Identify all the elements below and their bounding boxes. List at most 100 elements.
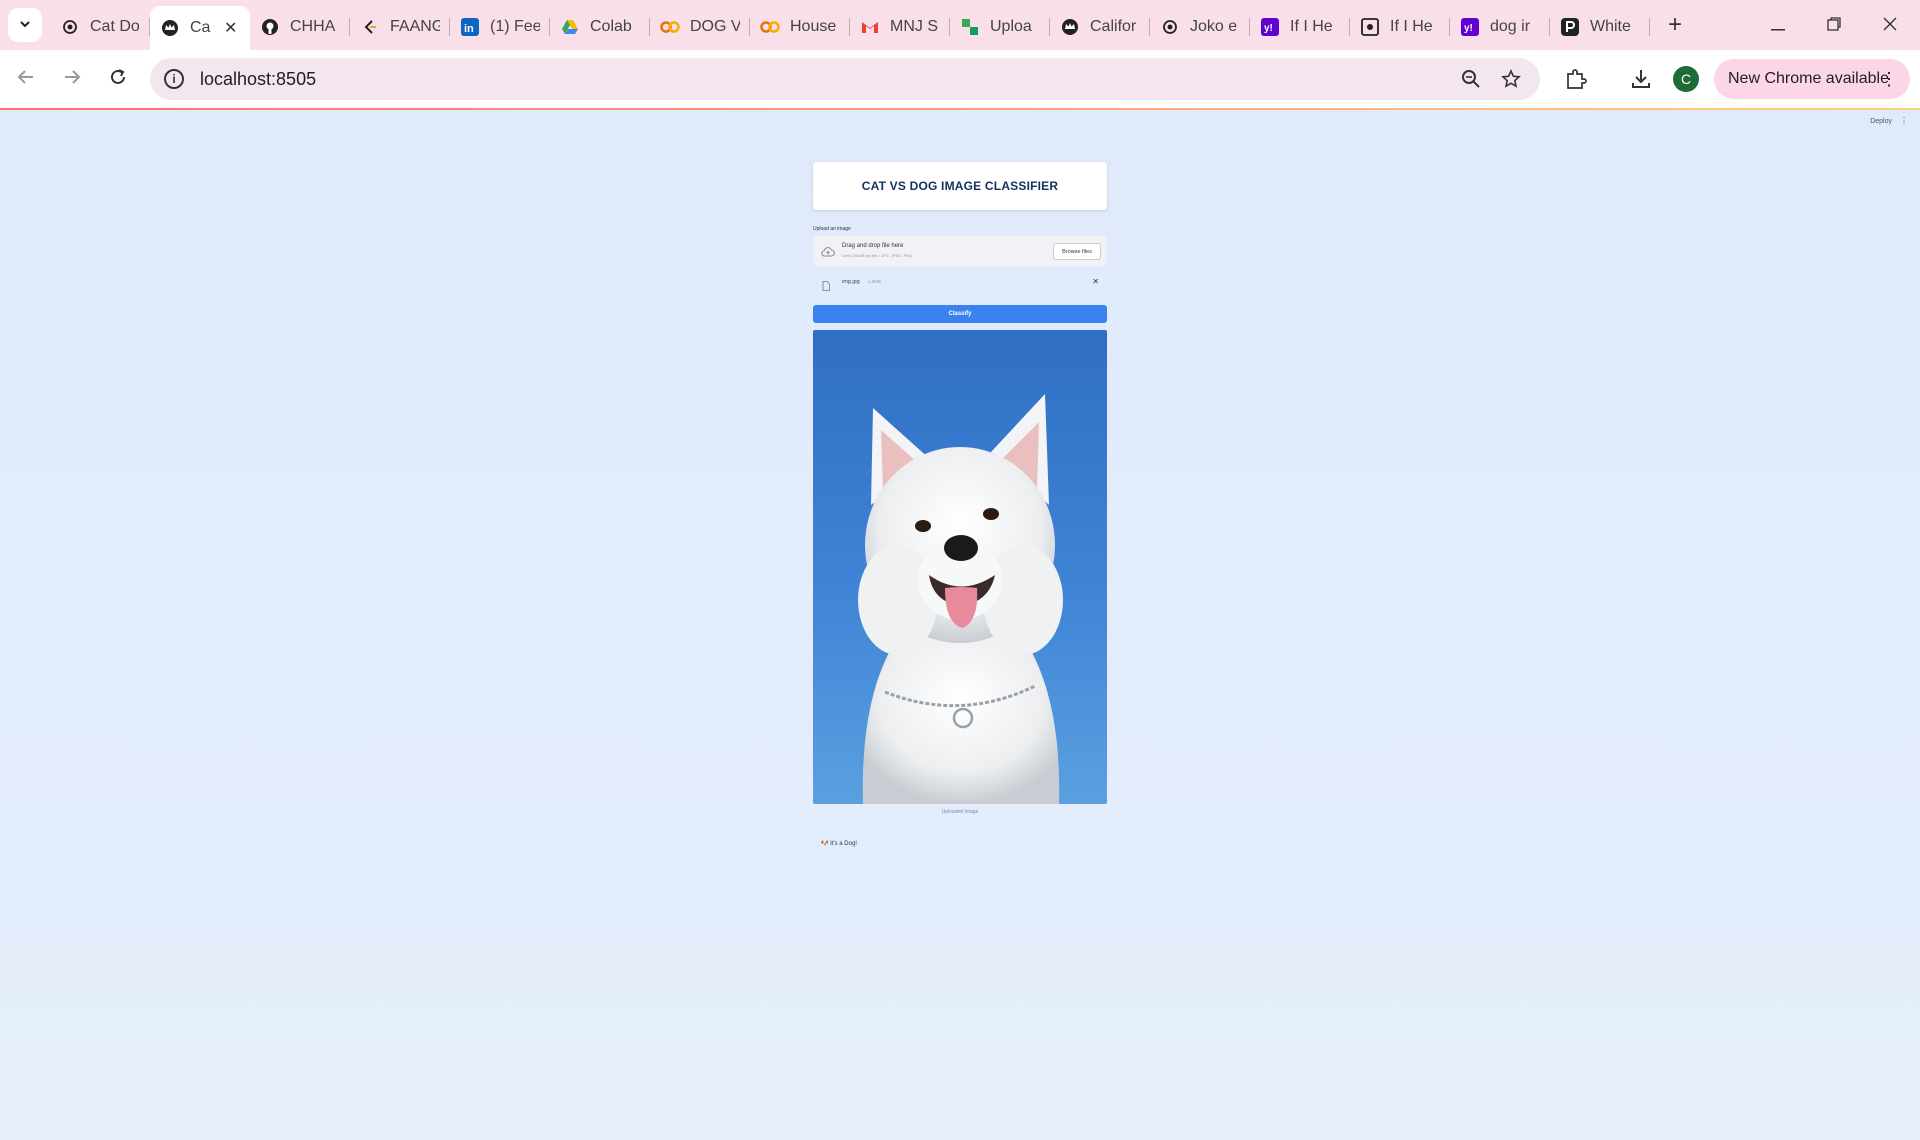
colab-icon	[660, 17, 680, 37]
deploy-button[interactable]: Deploy	[1870, 118, 1892, 125]
tab-title: If I He	[1390, 18, 1433, 35]
pexels-icon	[1560, 17, 1580, 37]
extensions-icon[interactable]	[1562, 65, 1590, 93]
reload-button[interactable]	[98, 59, 138, 99]
chrome-update-button[interactable]: New Chrome available ⋮	[1714, 59, 1910, 99]
tab-close-icon[interactable]: ✕	[224, 18, 240, 38]
tab-title: Colab	[590, 18, 632, 35]
svg-text:in: in	[464, 23, 474, 35]
site-info-icon[interactable]: i	[164, 69, 184, 89]
browser-tab[interactable]: House	[750, 7, 850, 47]
dropzone-limits: Limit 200MB per file • JPG, JPEG, PNG	[842, 253, 913, 258]
browser-tab[interactable]: FAANG	[350, 7, 450, 47]
close-icon	[1883, 15, 1897, 36]
arrow-left-icon	[17, 68, 35, 91]
plus-icon: +	[1667, 11, 1682, 38]
tab-title: dog ir	[1490, 18, 1531, 35]
file-name: img.jpg	[842, 279, 860, 285]
address-bar[interactable]: i localhost:8505	[150, 58, 1540, 100]
profile-avatar[interactable]: C	[1673, 66, 1699, 92]
browser-tab[interactable]: y! dog ir	[1450, 7, 1550, 47]
more-vertical-icon: ⋮	[1880, 68, 1898, 89]
chevron-down-icon	[19, 18, 31, 33]
download-icon[interactable]	[1627, 65, 1655, 93]
back-button[interactable]	[6, 59, 46, 99]
tab-title: Califor	[1090, 18, 1137, 35]
zoom-icon[interactable]	[1458, 66, 1484, 92]
minimize-button[interactable]	[1750, 0, 1806, 50]
file-size: 1.0MB	[868, 279, 882, 284]
streamlit-crown-icon	[160, 18, 180, 38]
browser-toolbar: i localhost:8505	[0, 50, 1920, 108]
browse-files-button[interactable]: Browse files	[1053, 243, 1101, 260]
linkedin-icon: in	[460, 17, 480, 37]
forward-button[interactable]	[52, 59, 92, 99]
bookmark-star-icon[interactable]	[1498, 66, 1524, 92]
tab-title: House	[790, 18, 837, 35]
browser-tab[interactable]: MNJ S	[850, 7, 950, 47]
browser-tab[interactable]: If I He	[1350, 7, 1450, 47]
tab-title: Uploa	[990, 18, 1032, 35]
tab-search-button[interactable]	[8, 8, 42, 42]
browser-tab[interactable]: Ca ✕	[150, 6, 250, 50]
gmail-icon	[860, 17, 880, 37]
file-dropzone[interactable]: Drag and drop file here Limit 200MB per …	[813, 236, 1107, 266]
openai-icon	[1160, 17, 1180, 37]
browser-tab[interactable]: White	[1550, 7, 1650, 47]
arrow-right-icon	[63, 68, 81, 91]
browser-tab[interactable]: Uploa	[950, 7, 1050, 47]
streamlit-top-bar	[0, 108, 1920, 110]
image-caption: Uploaded Image	[941, 809, 979, 815]
update-label: New Chrome available	[1728, 70, 1889, 87]
page-viewport: Deploy ⋮ CAT VS DOG IMAGE CLASSIFIER Upl…	[0, 108, 1920, 1140]
remove-file-icon[interactable]: ✕	[1092, 277, 1099, 286]
tab-title: MNJ S	[890, 18, 938, 35]
tab-strip: Cat Do Ca ✕ CHHA FAANG in (1) Fee Colab DOG V Hou…	[0, 0, 1920, 50]
tab-title: (1) Fee	[490, 18, 540, 35]
page-title: CAT VS DOG IMAGE CLASSIFIER	[813, 162, 1107, 210]
tab-list: Cat Do Ca ✕ CHHA FAANG in (1) Fee Colab DOG V Hou…	[50, 0, 1650, 50]
browser-tab[interactable]: y! If I He	[1250, 7, 1350, 47]
ai-site-icon	[1360, 17, 1380, 37]
browser-tab[interactable]: in (1) Fee	[450, 7, 550, 47]
tab-title: FAANG	[390, 18, 440, 35]
tab-title: DOG V	[690, 18, 740, 35]
yahoo-icon: y!	[1460, 17, 1480, 37]
reload-icon	[109, 68, 127, 91]
google-drive-icon	[560, 17, 580, 37]
tab-title: Joko e	[1190, 18, 1238, 35]
leetcode-icon	[360, 17, 380, 37]
app-menu-icon[interactable]: ⋮	[1900, 116, 1908, 125]
browser-tab[interactable]: DOG V	[650, 7, 750, 47]
yahoo-icon: y!	[1260, 17, 1280, 37]
file-icon	[822, 278, 830, 291]
dropzone-title: Drag and drop file here	[842, 243, 904, 249]
github-icon	[260, 17, 280, 37]
browser-tab[interactable]: Cat Do	[50, 7, 150, 47]
upload-label: Upload an image	[813, 226, 851, 232]
tab-title: Ca	[190, 19, 211, 36]
restore-button[interactable]	[1806, 0, 1862, 50]
browser-tab[interactable]: CHHA	[250, 7, 350, 47]
browser-tab[interactable]: Califor	[1050, 7, 1150, 47]
prediction-result: 🐶 It's a Dog!	[813, 832, 1107, 854]
tab-title: White	[1590, 18, 1631, 35]
svg-text:y!: y!	[1464, 23, 1473, 34]
tab-title: Cat Do	[90, 18, 140, 35]
streamlit-crown-icon	[1060, 17, 1080, 37]
close-window-button[interactable]	[1862, 0, 1918, 50]
browser-tab[interactable]: Colab	[550, 7, 650, 47]
colab-icon	[760, 17, 780, 37]
classify-button[interactable]: Classify	[813, 305, 1107, 323]
url-text[interactable]: localhost:8505	[200, 69, 316, 90]
browser-tab[interactable]: Joko e	[1150, 7, 1250, 47]
tab-title: If I He	[1290, 18, 1333, 35]
minimize-icon	[1771, 15, 1785, 36]
openai-icon	[60, 17, 80, 37]
cloud-upload-icon	[821, 245, 835, 257]
svg-text:y!: y!	[1264, 23, 1273, 34]
upload-app-icon	[960, 17, 980, 37]
uploaded-file-row: img.jpg 1.0MB ✕	[813, 273, 1107, 293]
new-tab-button[interactable]: +	[1658, 8, 1692, 42]
tab-title: CHHA	[290, 18, 336, 35]
